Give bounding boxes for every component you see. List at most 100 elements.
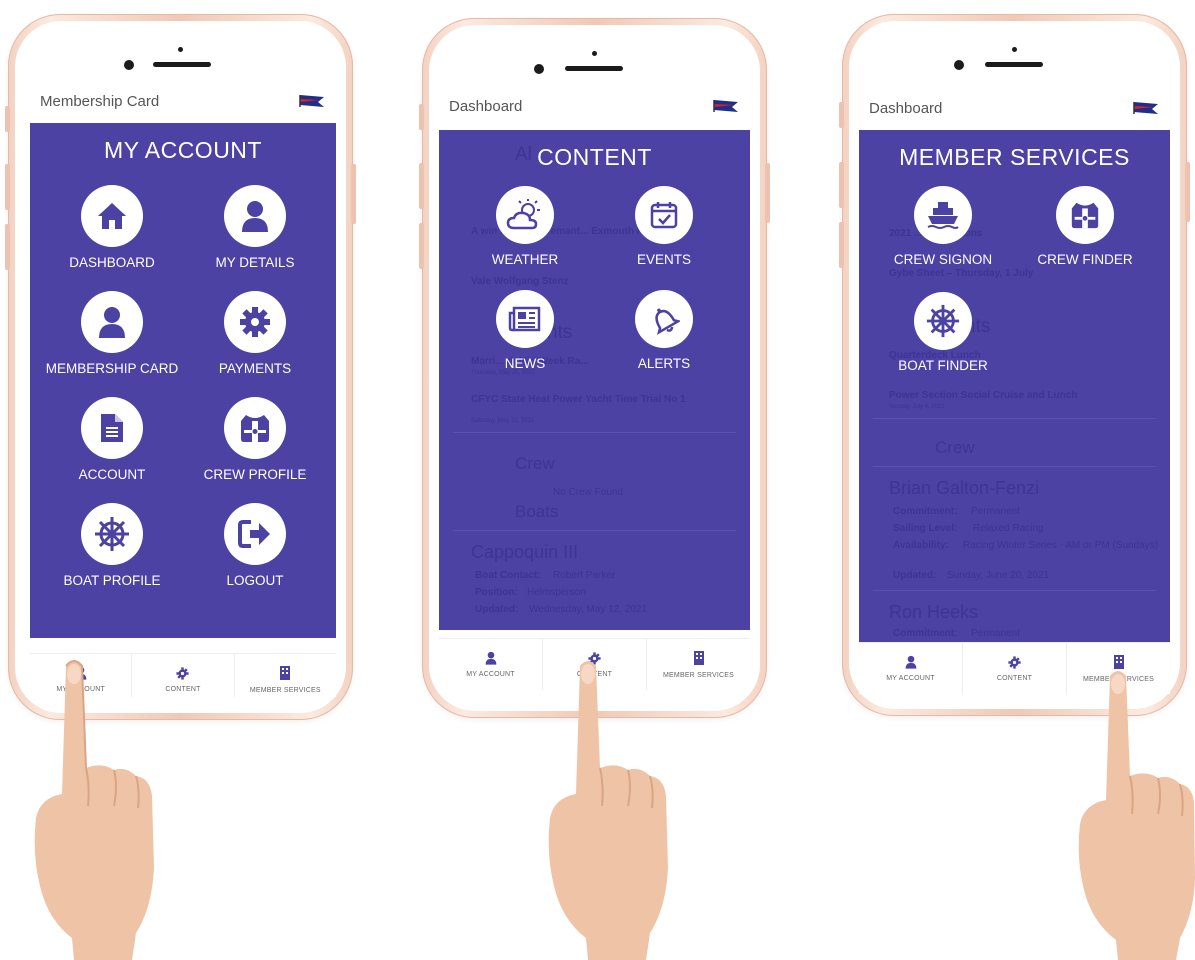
- tile-label: DASHBOARD: [69, 255, 155, 270]
- pointing-hand-image: [34, 660, 154, 960]
- bg-availability-label: Availability:: [893, 540, 949, 551]
- phone-speaker: [153, 62, 211, 67]
- phone-camera: [124, 60, 134, 70]
- bg-crew-name: Ron Heeks: [889, 602, 979, 622]
- tile-label: BOAT FINDER: [898, 358, 988, 373]
- bg-event-item: CFYC State Heat Power Yacht Time Trial N…: [471, 394, 686, 405]
- phone-side-button: [1185, 162, 1190, 222]
- club-flag-icon[interactable]: [298, 93, 326, 109]
- phone-sensor: [1012, 47, 1017, 52]
- tile-label: WEATHER: [491, 252, 559, 267]
- tab-member-services[interactable]: MEMBER SERVICES: [235, 654, 336, 697]
- mockup-stage: Membership Card MY ACCOUNT DASHBOARD MY …: [0, 0, 1195, 960]
- tile-label: PAYMENTS: [218, 361, 292, 376]
- overlay-title: MEMBER SERVICES: [899, 144, 1130, 170]
- bg-commitment: Permanent: [971, 628, 1020, 639]
- tile-label: BOAT PROFILE: [63, 573, 161, 588]
- bg-sailing: Relaxed Racing: [973, 523, 1044, 534]
- bg-commitment-label: Commitment:: [893, 506, 958, 517]
- crew-profile-tile[interactable]: CREW PROFILE: [185, 397, 325, 482]
- overlay-title: CONTENT: [537, 144, 652, 170]
- bg-availability: Racing Winter Series - AM or PM (Sundays…: [963, 540, 1159, 551]
- ship-icon: [927, 202, 959, 229]
- bg-boat-contact-label: Boat Contact:: [475, 570, 541, 581]
- phone-side-button: [839, 162, 844, 208]
- user-icon: [99, 307, 125, 338]
- bg-news-item: Vale Wolfgang Stenz: [471, 276, 569, 287]
- phone-my-account: Membership Card MY ACCOUNT DASHBOARD MY …: [5, 14, 356, 720]
- events-tile[interactable]: EVENTS: [594, 186, 734, 267]
- tab-content[interactable]: CONTENT: [963, 643, 1067, 694]
- phone-camera: [954, 60, 964, 70]
- user-icon: [242, 201, 268, 232]
- alerts-tile[interactable]: ALERTS: [594, 290, 734, 371]
- tile-label: ALERTS: [637, 356, 691, 371]
- bg-updated-label: Updated:: [893, 570, 937, 581]
- my-details-tile[interactable]: MY DETAILS: [185, 185, 325, 270]
- phone-side-button: [839, 222, 844, 268]
- tab-label: CONTENT: [996, 674, 1033, 682]
- header-title: Dashboard: [869, 99, 943, 117]
- boat-finder-tile[interactable]: BOAT FINDER: [873, 292, 1013, 373]
- news-tile[interactable]: NEWS: [455, 290, 595, 371]
- tile-label: CREW FINDER: [1037, 252, 1133, 267]
- tile-label: LOGOUT: [226, 573, 284, 588]
- club-flag-icon[interactable]: [712, 98, 740, 114]
- pointing-hand-image: [548, 661, 668, 960]
- phone-side-button: [351, 164, 356, 224]
- bg-crew-name: Brian Galton-Fenzi: [889, 478, 1040, 498]
- overlay-title: MY ACCOUNT: [104, 137, 262, 163]
- crew-signon-tile[interactable]: CREW SIGNON: [873, 186, 1013, 267]
- calendar-icon: [650, 202, 678, 229]
- bg-event-date: Sunday, July 4, 2021: [889, 404, 945, 410]
- pointing-hand-image: [1078, 671, 1195, 960]
- weather-tile[interactable]: WEATHER: [455, 186, 595, 267]
- bg-updated-label: Updated:: [475, 604, 519, 615]
- bg-commitment: Permanent: [971, 506, 1020, 517]
- phone-sensor: [178, 47, 183, 52]
- tile-label: MEMBERSHIP CARD: [45, 361, 179, 376]
- tile-label: EVENTS: [636, 252, 691, 267]
- document-icon: [101, 414, 123, 442]
- bg-crew-heading: Crew: [935, 438, 975, 457]
- logout-tile[interactable]: LOGOUT: [185, 503, 325, 588]
- tab-label: MEMBER SERVICES: [249, 687, 321, 694]
- life-jacket-icon: [241, 415, 269, 442]
- phone-content: Dashboard Al A win ... in the Fremant...…: [419, 18, 770, 718]
- screen: Dashboard Al A win ... in the Fremant...…: [439, 88, 750, 694]
- tab-label: CONTENT: [165, 685, 201, 693]
- phone-speaker: [985, 62, 1043, 67]
- building-icon: [693, 651, 704, 665]
- bg-crew-heading: Crew: [515, 454, 555, 473]
- crew-finder-tile[interactable]: CREW FINDER: [1015, 186, 1155, 267]
- tile-label: CREW PROFILE: [203, 467, 307, 482]
- ship-wheel-icon: [95, 517, 129, 551]
- member-services-overlay: 2021 ... y Donations Gybe Sheet – Thursd…: [859, 130, 1170, 642]
- app-header: Membership Card: [30, 83, 336, 119]
- building-icon: [280, 666, 291, 680]
- account-tile[interactable]: ACCOUNT: [42, 397, 182, 482]
- phone-side-button: [419, 104, 424, 130]
- life-jacket-icon: [1071, 202, 1099, 229]
- dashboard-tile[interactable]: DASHBOARD: [42, 185, 182, 270]
- club-flag-icon[interactable]: [1132, 100, 1160, 116]
- bg-boat-name: Cappoquin III: [471, 542, 579, 562]
- my-account-overlay: MY ACCOUNT DASHBOARD MY DETAILS MEMBERSH…: [30, 123, 336, 638]
- app-header: Dashboard: [859, 90, 1170, 126]
- bg-event-item: Power Section Social Cruise and Lunch: [889, 390, 1078, 401]
- boat-profile-tile[interactable]: BOAT PROFILE: [42, 503, 182, 588]
- payments-tile[interactable]: PAYMENTS: [185, 291, 325, 376]
- bg-updated: Sunday, June 20, 2021: [947, 570, 1050, 581]
- bg-commitment-label: Commitment:: [893, 628, 958, 639]
- bg-position-label: Position:: [475, 587, 518, 598]
- phone-camera: [534, 64, 544, 74]
- bg-crew-empty: No Crew Found: [553, 487, 624, 498]
- gear-icon: [240, 307, 270, 337]
- tab-my-account[interactable]: MY ACCOUNT: [859, 643, 963, 694]
- bg-news-item: Gybe Sheet – Thursday, 1 July: [889, 268, 1034, 279]
- user-icon: [905, 655, 916, 669]
- header-title: Membership Card: [40, 92, 160, 110]
- bg-event-date: Saturday, May 22, 2021: [471, 418, 535, 424]
- tab-my-account[interactable]: MY ACCOUNT: [439, 639, 543, 690]
- membership-card-tile[interactable]: MEMBERSHIP CARD: [42, 291, 182, 376]
